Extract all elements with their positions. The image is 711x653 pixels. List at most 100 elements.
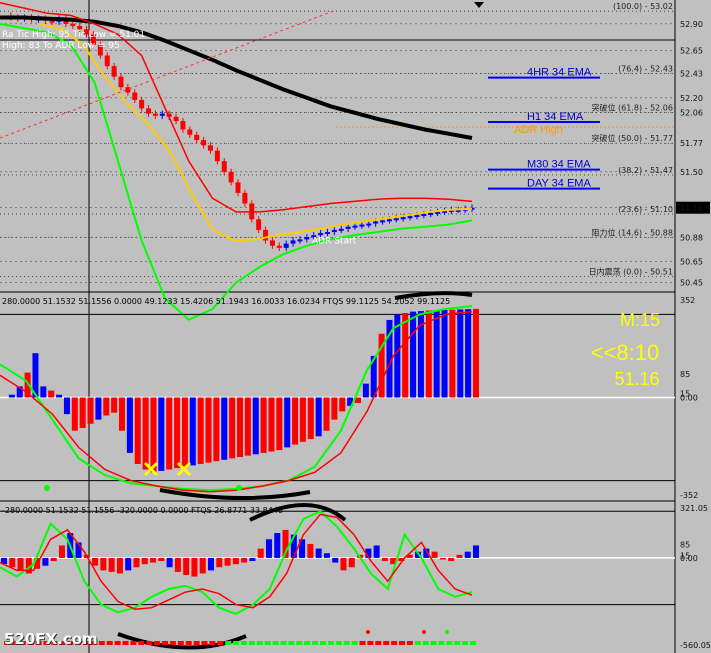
candle-body	[435, 211, 441, 214]
osc2-bar	[315, 548, 322, 558]
osc1-bar	[260, 397, 267, 453]
osc2-bar	[340, 557, 347, 571]
osc2-bar	[141, 557, 148, 565]
price-tick-label: 52.90	[680, 20, 703, 29]
candle-body	[380, 220, 386, 223]
signal-strip-cell	[130, 641, 137, 645]
osc1-bar	[150, 397, 157, 473]
candle-body	[242, 192, 248, 204]
osc2-bar	[323, 553, 330, 558]
osc1-bar	[473, 308, 479, 398]
candle-body	[235, 182, 241, 193]
signal-dot	[445, 630, 449, 634]
ema-label: DAY 34 EMA	[527, 178, 591, 190]
candle-body	[352, 225, 358, 228]
adr-start-label: ADR Start	[312, 237, 357, 247]
osc1-tick-label: -352	[680, 491, 698, 500]
candle-body	[228, 171, 234, 183]
candle-body	[393, 218, 399, 221]
osc1-bar	[457, 309, 464, 398]
signal-strip-cell	[320, 641, 326, 645]
signal-dot	[366, 630, 370, 634]
osc2-bar	[307, 543, 314, 558]
signal-strip-cell	[422, 641, 429, 645]
price-tick-label: 50.88	[680, 233, 703, 242]
candle-body	[290, 240, 296, 244]
price-tick-label: 52.06	[680, 109, 703, 118]
osc2-bar	[332, 557, 339, 563]
osc1-bar	[166, 397, 173, 470]
osc2-bar	[92, 557, 99, 566]
signal-strip-cell	[98, 641, 105, 645]
osc1-bar	[221, 397, 228, 460]
signal-strip-cell	[391, 641, 398, 645]
osc1-bar	[189, 397, 196, 466]
osc1-bar	[276, 397, 283, 451]
osc1-bar	[119, 397, 125, 431]
osc2-bar	[183, 557, 190, 576]
candle-body	[221, 161, 227, 172]
osc2-bar	[125, 557, 132, 571]
candle-body	[159, 113, 165, 116]
osc2-tick-label: 321.05	[680, 504, 708, 513]
candle-body	[373, 221, 379, 224]
osc1-bar	[268, 397, 275, 452]
signal-strip-cell	[399, 641, 405, 645]
timeframe-label: M:15	[620, 310, 660, 330]
candle-body	[201, 140, 207, 146]
price-tick-label: 51.50	[680, 168, 703, 177]
osc2-bar	[241, 557, 248, 563]
osc1-tick-label: 85	[680, 370, 690, 379]
signal-strip-cell	[470, 641, 477, 645]
osc1-bar	[299, 397, 306, 442]
signal-strip-cell	[114, 641, 121, 645]
signal-strip-cell	[335, 641, 342, 645]
osc1-bar	[441, 309, 448, 398]
osc1-bar	[79, 397, 86, 428]
osc1-bar	[71, 397, 78, 431]
osc1-bar	[402, 313, 409, 398]
signal-strip-cell	[462, 641, 469, 645]
osc1-bar	[56, 394, 63, 398]
signal-strip-cell	[414, 641, 421, 645]
osc1-bar	[339, 397, 346, 412]
osc1-bar	[331, 397, 338, 420]
signal-strip-cell	[383, 641, 390, 645]
candle-body	[214, 150, 220, 162]
price-tick-label: 51.77	[680, 139, 703, 148]
signal-strip-cell	[209, 641, 216, 645]
ema-label: 4HR 34 EMA	[527, 67, 592, 79]
current-price-label: 51.16	[680, 204, 703, 213]
candle-body	[77, 25, 83, 30]
osc2-bar	[274, 533, 281, 558]
osc2-tick-label: 15	[680, 552, 690, 561]
osc2-bar	[208, 557, 215, 571]
candle-body	[304, 237, 310, 240]
fibo-label: (76.4) - 52.43	[618, 65, 673, 74]
osc1-bar	[63, 397, 70, 415]
candle-body	[283, 243, 289, 248]
osc2-bar	[42, 557, 49, 566]
osc1-bar	[103, 397, 110, 416]
osc1-bar	[205, 397, 212, 463]
osc2-bar	[166, 557, 173, 568]
osc2-header: -280.0000 51.1532 51.1556 -320.0000 0.00…	[2, 506, 283, 515]
signal-strip-cell	[122, 641, 129, 645]
signal-dot	[422, 630, 426, 634]
osc2-bar	[257, 548, 264, 558]
osc1-bar	[237, 397, 243, 458]
osc1-bar	[307, 397, 314, 440]
osc1-bar	[425, 310, 432, 398]
candle-body	[428, 212, 434, 215]
signal-strip-cell	[351, 641, 358, 645]
osc1-bar	[213, 397, 220, 462]
signal-strip-cell	[327, 641, 334, 645]
osc2-bar	[9, 557, 16, 568]
osc2-bar	[100, 557, 107, 571]
osc1-bar	[95, 397, 102, 420]
signal-strip-cell	[185, 641, 192, 645]
candle-body	[49, 20, 55, 23]
logo: 520FX.com	[4, 630, 98, 648]
osc2-bar	[116, 557, 123, 574]
osc2-bar	[464, 551, 471, 558]
